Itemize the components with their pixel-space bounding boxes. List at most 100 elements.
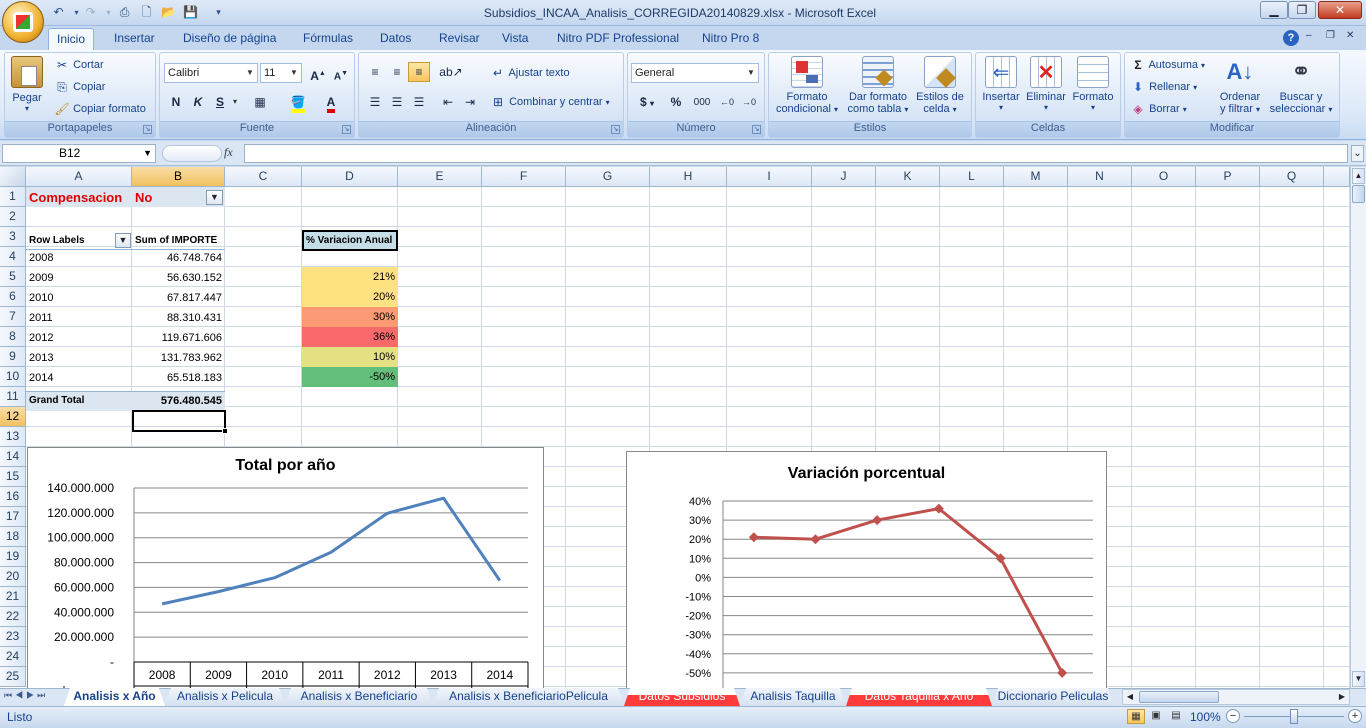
decrease-indent-button[interactable]: ⇤ [437,92,459,112]
undo-icon[interactable]: ↶ [50,4,67,21]
ribbon-restore-icon[interactable]: ❐ [1326,30,1335,41]
formula-bar-divider-handle[interactable] [162,145,222,162]
alignment-launcher-icon[interactable]: ↘ [611,125,620,134]
tab-nitro-pro[interactable]: Nitro Pro 8 [694,28,767,50]
increase-decimal-button[interactable]: ←0 [716,92,738,112]
font-launcher-icon[interactable]: ↘ [342,125,351,134]
pivot-filter-dropdown-icon[interactable]: ▼ [206,190,223,205]
row-header-8[interactable]: 8 [0,327,26,347]
tab-diseno[interactable]: Diseño de página [175,28,284,50]
format-cells-button[interactable]: Formato ▾ [1069,56,1117,112]
format-painter-button[interactable]: 🖌 Copiar formato [54,101,145,117]
row-header-20[interactable]: 20 [0,567,26,587]
variation-cell[interactable]: 30% [302,307,398,327]
column-header-j[interactable]: J [812,167,876,187]
customize-qat-icon[interactable]: ▾ [210,4,227,21]
row-header-10[interactable]: 10 [0,367,26,387]
variation-cell[interactable]: -50% [302,367,398,387]
column-header-p[interactable]: P [1196,167,1260,187]
variacion-porcentual-chart[interactable]: Variación porcentual -60%-50%-40%-30%-20… [626,451,1107,711]
help-icon[interactable]: ? [1283,30,1299,46]
column-header-m[interactable]: M [1004,167,1068,187]
italic-button[interactable]: K [187,92,209,112]
tab-insertar[interactable]: Insertar [106,28,163,50]
ribbon-close-icon[interactable]: ✕ [1346,30,1354,41]
align-center-button[interactable]: ☰ [386,92,408,112]
variation-cell[interactable]: 36% [302,327,398,347]
sort-filter-button[interactable]: A↓ Ordenar y filtrar ▾ [1214,56,1266,115]
select-all-corner[interactable] [0,167,26,187]
tab-datos[interactable]: Datos [372,28,419,50]
sheet-nav-arrows[interactable]: ⏮◀▶⏭ [4,690,48,701]
normal-view-icon[interactable]: ▦ [1127,709,1145,724]
find-select-button[interactable]: ⚭ Buscar y seleccionar ▾ [1266,56,1336,115]
office-button[interactable] [2,1,44,43]
row-header-3[interactable]: 3 [0,227,26,247]
align-top-button[interactable]: ≡ [364,62,386,82]
zoom-in-button[interactable]: + [1348,709,1362,723]
page-layout-view-icon[interactable]: ▣ [1147,709,1165,724]
tab-revisar[interactable]: Revisar [431,28,488,50]
row-header-7[interactable]: 7 [0,307,26,327]
row-header-24[interactable]: 24 [0,647,26,667]
variation-cell[interactable]: 10% [302,347,398,367]
autosum-button[interactable]: Σ Autosuma ▾ [1130,57,1205,73]
sheet-tab[interactable]: Analisis x BeneficiarioPelicula [433,688,624,706]
first-sheet-icon[interactable]: ⏮ [4,690,15,700]
tab-vista[interactable]: Vista [494,28,536,50]
sheet-tab[interactable]: Analisis x Año [64,688,165,706]
redo-icon[interactable]: ↷ [82,4,99,21]
fill-handle[interactable] [222,428,228,434]
number-format-combo[interactable]: General ▼ [631,63,759,83]
variation-cell[interactable]: 20% [302,287,398,307]
row-header-6[interactable]: 6 [0,287,26,307]
row-header-14[interactable]: 14 [0,447,26,467]
column-header-n[interactable]: N [1068,167,1132,187]
row-header-17[interactable]: 17 [0,507,26,527]
variation-cell[interactable]: 21% [302,267,398,287]
sheet-tab[interactable]: Datos Taquilla x Año [846,688,992,706]
next-sheet-icon[interactable]: ▶ [26,690,37,700]
underline-dropdown-icon[interactable]: ▾ [233,97,237,106]
column-header-o[interactable]: O [1132,167,1196,187]
shrink-font-button[interactable]: A▼ [330,63,352,83]
maximize-button[interactable]: ❐ [1288,1,1316,19]
prev-sheet-icon[interactable]: ◀ [15,690,26,700]
row-header-18[interactable]: 18 [0,527,26,547]
row-header-25[interactable]: 25 [0,667,26,687]
decrease-decimal-button[interactable]: →0 [738,92,760,112]
copy-button[interactable]: ⎘ Copiar [54,79,105,95]
total-por-ano-chart[interactable]: Total por año -20.000.000 40.000.000 60.00… [27,447,544,707]
format-as-table-button[interactable]: Dar formato como tabla ▾ [844,56,912,115]
column-header-l[interactable]: L [940,167,1004,187]
column-header-q[interactable]: Q [1260,167,1324,187]
scroll-left-button[interactable]: ◀ [1123,690,1137,704]
wrap-text-button[interactable]: ↵ Ajustar texto [490,65,570,81]
scroll-right-button[interactable]: ▶ [1335,690,1349,704]
close-button[interactable]: ✕ [1318,1,1362,19]
row-header-11[interactable]: 11 [0,387,26,407]
sheet-tab[interactable]: Datos Subsidios [624,688,740,706]
redo-dropdown-icon[interactable]: ▾ [100,4,117,21]
column-header-a[interactable]: A [26,167,132,187]
column-header-g[interactable]: G [566,167,650,187]
underline-button[interactable]: S [209,92,231,112]
clear-button[interactable]: ◈ Borrar ▾ [1130,101,1186,117]
expand-formula-bar-icon[interactable]: ⌄ [1351,145,1364,162]
open-folder-icon[interactable]: 📂 [160,4,177,21]
tab-inicio[interactable]: Inicio [48,28,95,50]
orientation-button[interactable]: ab↗ [437,62,465,82]
zoom-slider-thumb[interactable] [1290,709,1298,724]
save-icon[interactable]: 💾 [182,4,199,21]
bold-button[interactable]: N [165,92,187,112]
align-left-button[interactable]: ☰ [364,92,386,112]
tab-formulas[interactable]: Fórmulas [295,28,361,50]
conditional-format-button[interactable]: Formato condicional ▾ [772,56,842,115]
zoom-out-button[interactable]: − [1226,709,1240,723]
thousands-button[interactable]: 000 [689,92,715,112]
column-header-c[interactable]: C [225,167,302,187]
row-header-23[interactable]: 23 [0,627,26,647]
horizontal-scrollbar[interactable]: ◀ ▶ [1122,689,1350,705]
percent-button[interactable]: % [665,92,687,112]
font-name-combo[interactable]: Calibri ▼ [164,63,258,83]
